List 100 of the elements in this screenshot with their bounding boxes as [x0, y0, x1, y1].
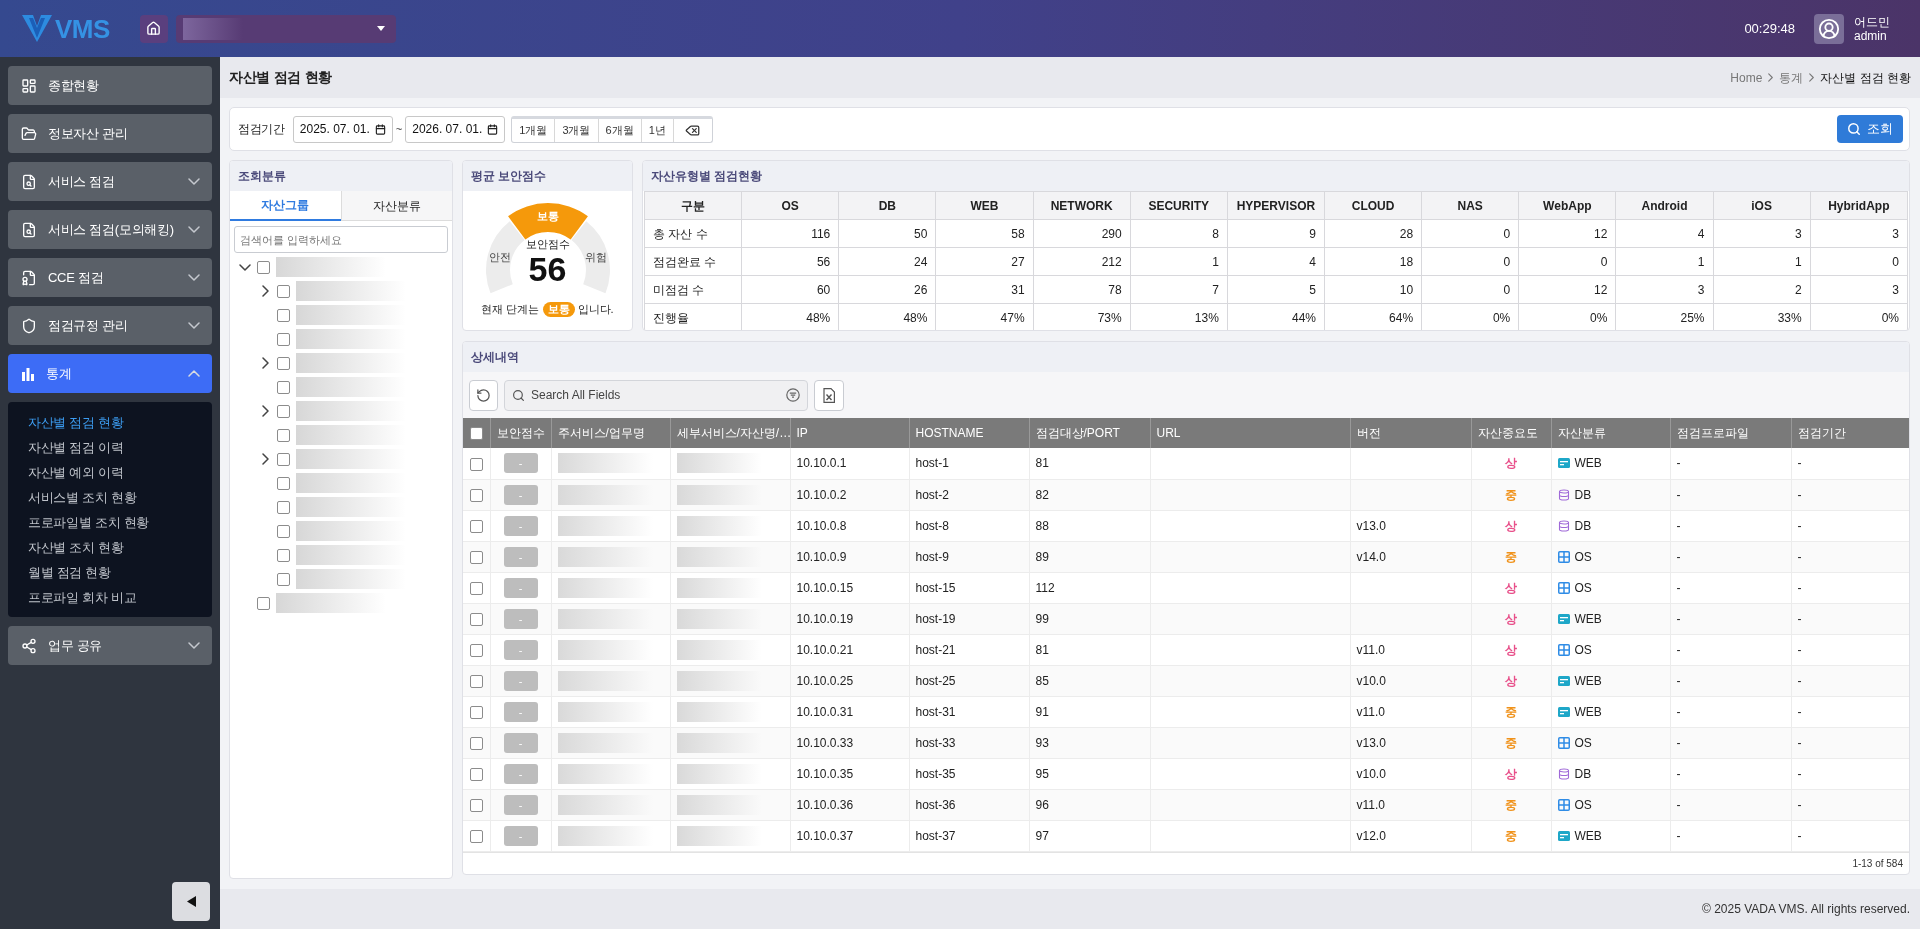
checkbox[interactable]	[277, 284, 290, 298]
checkbox[interactable]	[469, 457, 483, 471]
date-field[interactable]: 2026. 07. 01.	[405, 115, 506, 143]
chevron-right-icon[interactable]	[261, 405, 269, 417]
checkbox[interactable]	[277, 500, 290, 514]
table-cell: 10.10.0.15	[790, 572, 909, 603]
search-field[interactable]: 검색어를 입력하세요	[234, 226, 448, 253]
chevron-right-icon[interactable]	[261, 285, 269, 297]
table-cell: 10.10.0.21	[790, 634, 909, 665]
score-label: 보안점수	[525, 238, 570, 251]
checkbox[interactable]	[257, 260, 270, 274]
checkbox[interactable]	[277, 428, 290, 442]
status-badge: 보통	[542, 301, 575, 317]
column-header: CLOUD	[1324, 191, 1422, 220]
submenu-item[interactable]: 자산별 점검 현황	[8, 410, 212, 435]
checkbox[interactable]	[277, 332, 290, 346]
table-cell: 10.10.0.8	[790, 510, 909, 541]
excel-export-button[interactable]	[814, 379, 844, 411]
sidebar-item[interactable]: 점검규정 관리	[8, 306, 212, 345]
checkbox[interactable]	[277, 452, 290, 466]
breadcrumb-item: 자산별 점검 현황	[1820, 69, 1911, 87]
checkbox[interactable]	[277, 572, 290, 586]
table-cell: 10.10.0.19	[790, 603, 909, 634]
database-icon	[1557, 519, 1570, 532]
checkbox[interactable]	[469, 705, 483, 719]
sidebar-item[interactable]: 종합현황	[8, 66, 212, 105]
table-cell: -	[1791, 572, 1909, 603]
checkbox[interactable]	[469, 674, 483, 688]
importance-text: 중	[1505, 828, 1517, 843]
checkbox[interactable]	[257, 596, 270, 610]
submenu-item[interactable]: 프로파일별 조치 현황	[8, 510, 212, 535]
quick-range-button[interactable]: 6개월	[598, 118, 642, 142]
checkbox[interactable]	[469, 829, 483, 843]
tab[interactable]: 자산분류	[340, 191, 452, 221]
chevron-down-icon[interactable]	[239, 263, 251, 271]
checkbox[interactable]	[469, 581, 483, 595]
checkbox[interactable]	[469, 550, 483, 564]
share-icon	[21, 637, 37, 654]
checkbox[interactable]	[277, 308, 290, 322]
search-button[interactable]: 조회	[1837, 115, 1903, 143]
table-cell: 5	[1227, 275, 1325, 304]
asset-type-label: OS	[1574, 548, 1592, 566]
quick-range-button[interactable]: 1개월	[512, 118, 556, 142]
checkbox[interactable]	[469, 488, 483, 502]
sidebar-item[interactable]: 서비스 점검	[8, 162, 212, 201]
checkbox[interactable]	[469, 798, 483, 812]
table-cell: 1	[1713, 247, 1811, 276]
column-header: NETWORK	[1033, 191, 1131, 220]
refresh-button[interactable]	[469, 379, 498, 411]
sidebar-item[interactable]: 업무 공유	[8, 626, 212, 665]
checkbox[interactable]	[277, 524, 290, 538]
importance-text: 중	[1505, 797, 1517, 812]
asset-type-label: OS	[1574, 579, 1592, 597]
date-field[interactable]: 2025. 07. 01.	[292, 115, 393, 143]
sidebar-item[interactable]: CCE 점검	[8, 258, 212, 297]
site-select[interactable]	[175, 14, 396, 43]
checkbox[interactable]	[277, 380, 290, 394]
table-cell: 3	[1810, 275, 1908, 304]
chevron-right-icon[interactable]	[261, 357, 269, 369]
sidebar-item[interactable]: 정보자산 관리	[8, 114, 212, 153]
checkbox[interactable]	[469, 427, 483, 441]
column-header: SECURITY	[1130, 191, 1228, 220]
user-avatar-button[interactable]	[1814, 13, 1844, 44]
search-field[interactable]: Search All Fields	[504, 379, 808, 411]
importance-text: 중	[1505, 549, 1517, 564]
breadcrumb-item[interactable]: Home	[1730, 68, 1763, 87]
table-cell: 112	[1029, 572, 1150, 603]
checkbox[interactable]	[469, 736, 483, 750]
checkbox[interactable]	[277, 356, 290, 370]
server-icon	[1557, 458, 1570, 469]
breadcrumb-item[interactable]: 통계	[1779, 68, 1804, 87]
submenu-item[interactable]: 자산별 점검 이력	[8, 435, 212, 460]
chevron-right-icon[interactable]	[261, 453, 269, 465]
backspace-icon	[685, 122, 701, 138]
table-cell: 97	[1029, 820, 1150, 851]
submenu-item[interactable]: 서비스별 조치 현황	[8, 485, 212, 510]
checkbox[interactable]	[469, 612, 483, 626]
table-cell: 2	[1713, 275, 1811, 304]
sidebar-item-label: 서비스 점검	[48, 172, 116, 191]
score-badge: -	[503, 484, 538, 505]
checkbox[interactable]	[277, 476, 290, 490]
home-button[interactable]	[139, 14, 168, 43]
submenu-item[interactable]: 프로파일 회차 비교	[8, 585, 212, 610]
sidebar-item[interactable]: 통계	[8, 354, 212, 393]
quick-range-button[interactable]: 1년	[641, 118, 674, 142]
submenu-item[interactable]: 자산별 조치 현황	[8, 535, 212, 560]
server-icon	[1557, 613, 1570, 624]
checkbox[interactable]	[277, 548, 290, 562]
checkbox[interactable]	[277, 404, 290, 418]
checkbox[interactable]	[469, 643, 483, 657]
table-cell: -	[1670, 603, 1791, 634]
checkbox[interactable]	[469, 767, 483, 781]
submenu-item[interactable]: 월별 점검 현황	[8, 560, 212, 585]
sidebar-item[interactable]: 서비스 점검(모의해킹)	[8, 210, 212, 249]
table-cell: v10.0	[1350, 665, 1471, 696]
checkbox[interactable]	[469, 519, 483, 533]
table-cell: 96	[1029, 789, 1150, 820]
sidebar-collapse-button[interactable]	[172, 882, 210, 921]
submenu-item[interactable]: 자산별 예외 이력	[8, 460, 212, 485]
quick-range-button[interactable]: 3개월	[555, 118, 599, 142]
